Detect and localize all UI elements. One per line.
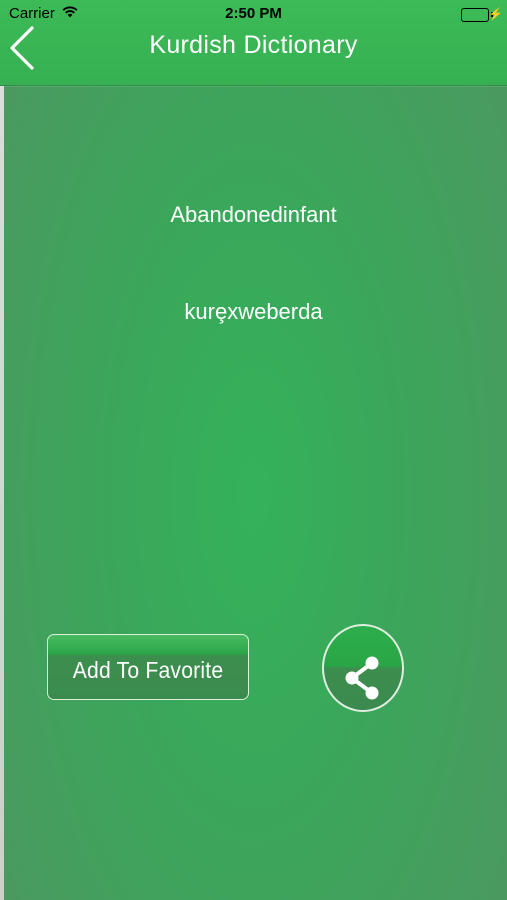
charging-bolt-icon: ⚡ [488,7,503,21]
page-title: Kurdish Dictionary [149,31,358,59]
button-gloss [48,635,248,655]
status-time: 2:50 PM [225,5,282,22]
share-icon [345,656,379,700]
entry-translation: kurȩxweberda [184,299,323,324]
favorite-button-label: Add To Favorite [72,657,224,683]
status-bar: Carrier 2:50 PM ⚡ [0,0,507,28]
screen-background [0,0,507,900]
add-to-favorite-button[interactable]: Add To Favorite [47,634,249,700]
entry-word: Abandonedinfant [170,202,337,227]
share-button[interactable] [322,624,404,712]
navigation-bar: Carrier 2:50 PM ⚡ Kurdish Dictionary [0,0,507,86]
battery-icon [461,8,489,22]
